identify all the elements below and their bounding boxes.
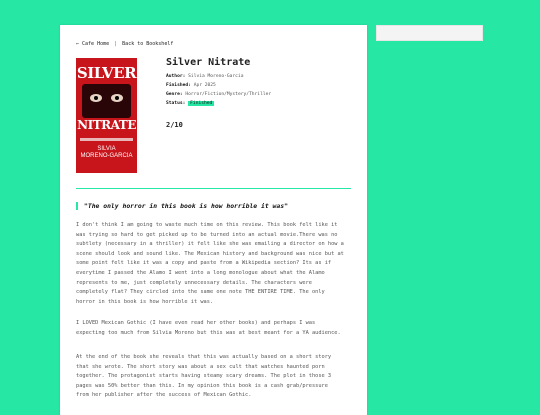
status-badge: Finished — [188, 101, 215, 106]
rating: 2/10 — [166, 121, 183, 129]
cover-face-illustration — [82, 84, 131, 118]
genre-value: Horror/Fiction/Mystery/Thriller — [185, 92, 272, 97]
review-pull-quote: "The only horror in this book is how hor… — [76, 202, 354, 210]
cover-title-top: SILVER — [76, 64, 137, 82]
review-line: completely flat? They circled into the s… — [76, 289, 325, 296]
review-line: pages was 50% better than this. In my op… — [76, 382, 328, 389]
finished-row: Finished: Apr 2025 — [166, 83, 216, 88]
review-line: represents to me, just completely unnece… — [76, 279, 312, 286]
review-line: from her publisher after the success of … — [76, 392, 252, 399]
author-row: Author: Silvia Moreno-Garcia — [166, 74, 244, 79]
cover-author: SILVIA MORENO-GARCIA — [80, 146, 133, 159]
author-value: Silvia Moreno-Garcia — [188, 74, 244, 79]
status-row: Status: Finished — [166, 101, 215, 106]
breadcrumb-separator: | — [114, 41, 118, 47]
cafe-home-link[interactable]: ← Cafe Home — [76, 41, 109, 47]
eye-icon — [90, 94, 102, 102]
review-line: some point felt like it was a copy and p… — [76, 260, 332, 267]
finished-value: Apr 2025 — [193, 83, 216, 88]
review-line: horror in this book is how horrible it w… — [76, 298, 214, 305]
review-line: I LOVED Mexican Gothic (I have even read… — [76, 320, 316, 326]
genre-row: Genre: Horror/Fiction/Mystery/Thriller — [166, 92, 272, 97]
review-line: subtlety (necessary in a thriller) it fe… — [76, 241, 344, 248]
review-line: expecting too much from Silvia Moreno bu… — [76, 329, 341, 336]
review-paragraph-3: At the end of the book she reveals that … — [76, 353, 356, 401]
back-to-bookshelf-link[interactable]: Back to Bookshelf — [122, 41, 173, 47]
section-divider — [76, 188, 351, 189]
review-line: everytime I passed the Alamo I went into… — [76, 269, 325, 276]
review-line: I don't think I am going to waste much t… — [76, 222, 338, 228]
book-cover-image: SILVER NITRATE SILVIA MORENO-GARCIA — [76, 58, 137, 173]
review-line: At the end of the book she reveals that … — [76, 354, 332, 360]
book-title: Silver Nitrate — [166, 57, 251, 68]
review-line: together. The protagonist starts having … — [76, 373, 332, 380]
review-paragraph-1: I don't think I am going to waste much t… — [76, 221, 356, 307]
review-line: that she wrote. The short story was abou… — [76, 363, 325, 370]
cover-blurb — [80, 138, 133, 141]
review-card: ← Cafe Home | Back to Bookshelf SILVER N… — [60, 25, 367, 415]
cover-title-bottom: NITRATE — [77, 118, 136, 132]
breadcrumb: ← Cafe Home | Back to Bookshelf — [76, 41, 173, 47]
review-line: scene should look and sound like. The Me… — [76, 250, 344, 257]
review-paragraph-2: I LOVED Mexican Gothic (I have even read… — [76, 319, 356, 338]
eye-icon — [111, 94, 123, 102]
sidebar-search-box[interactable] — [376, 25, 483, 41]
review-line: was trying so hard to get picked up to b… — [76, 231, 338, 238]
